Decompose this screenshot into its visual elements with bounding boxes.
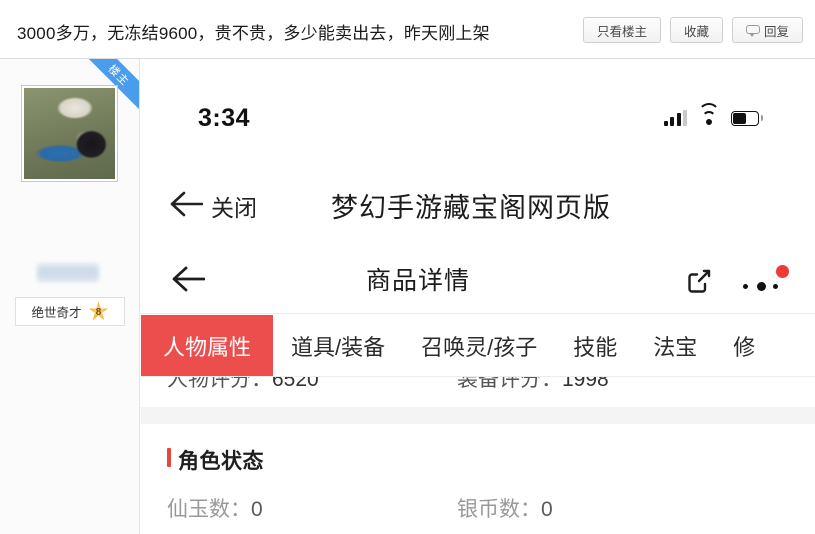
rank-label: 绝世奇才 [31,306,82,320]
tab-cultivation[interactable]: 修 [715,315,773,376]
avatar-image [24,88,115,179]
notification-dot [776,265,789,278]
status-time: 3:34 [198,104,251,132]
only-op-button[interactable]: 只看楼主 [582,17,661,43]
author-sidebar: 楼主 绝世奇才 8 [0,59,140,534]
equipment-score: 装备评分：1998 [457,377,609,393]
status-icons [663,103,763,126]
favorite-button[interactable]: 收藏 [669,17,723,43]
share-icon[interactable] [683,265,715,302]
webview-title: 梦幻手游藏宝阁网页版 [331,193,611,223]
back-arrow-icon[interactable] [169,189,203,219]
signal-icon [663,110,687,126]
equipment-score-label: 装备评分： [457,377,562,391]
battery-icon [731,111,763,126]
avatar[interactable] [21,85,118,182]
role-status-section: 角色状态 仙玉数：0 银币数：0 [141,424,815,523]
silver-count: 银币数：0 [457,493,553,523]
star-badge-icon: 8 [88,301,109,322]
detail-tabbar: 人物属性 道具/装备 召唤灵/孩子 技能 法宝 修 [141,315,815,377]
score-row: 人物评分：6520 装备评分：1998 [141,377,815,407]
tab-items-equipment[interactable]: 道具/装备 [273,315,403,376]
rank-badge: 绝世奇才 8 [15,297,125,326]
post-header: 3000多万，无冻结9600，贵不贵，多少能卖出去，昨天刚上架 只看楼主 收藏 … [0,0,815,59]
header-actions: 只看楼主 收藏 回复 [582,17,803,43]
page-root: 3000多万，无冻结9600，贵不贵，多少能卖出去，昨天刚上架 只看楼主 收藏 … [0,0,815,534]
jade-count: 仙玉数：0 [167,493,457,523]
tab-summons-children[interactable]: 召唤灵/孩子 [403,315,555,376]
reply-label: 回复 [763,24,789,39]
character-score-value: 6520 [272,377,319,391]
status-bar: 3:34 [141,98,815,146]
tab-treasures[interactable]: 法宝 [635,315,715,376]
silver-count-value: 0 [541,498,553,521]
detail-nav-bar: 商品详情 [141,249,815,314]
jade-count-label: 仙玉数： [167,498,251,521]
more-dots-icon[interactable] [743,265,789,297]
character-score: 人物评分：6520 [167,377,457,393]
webview-nav-bar: 关闭 梦幻手游藏宝阁网页版 [141,171,815,243]
section-divider [141,407,815,424]
role-status-heading: 角色状态 [167,445,815,475]
phone-screenshot: 3:34 关闭 梦幻手游藏宝阁网页版 商品详情 人物属性 道具/装备 召唤灵/孩… [141,59,815,534]
silver-count-label: 银币数： [457,498,541,521]
reply-button[interactable]: 回复 [731,17,803,43]
only-op-label: 只看楼主 [596,24,647,39]
tab-character-attributes[interactable]: 人物属性 [141,315,274,376]
page-title: 3000多万，无冻结9600，贵不贵，多少能卖出去，昨天刚上架 [17,24,490,43]
rank-level: 8 [95,306,102,318]
tab-skills[interactable]: 技能 [555,315,635,376]
speech-bubble-icon [745,24,760,37]
close-label[interactable]: 关闭 [211,189,257,223]
favorite-label: 收藏 [683,24,709,39]
role-status-rows: 仙玉数：0 银币数：0 [167,493,815,523]
character-score-label: 人物评分： [167,377,272,391]
equipment-score-value: 1998 [562,377,609,391]
jade-count-value: 0 [251,498,263,521]
username-masked [37,263,99,282]
wifi-icon [698,103,720,126]
